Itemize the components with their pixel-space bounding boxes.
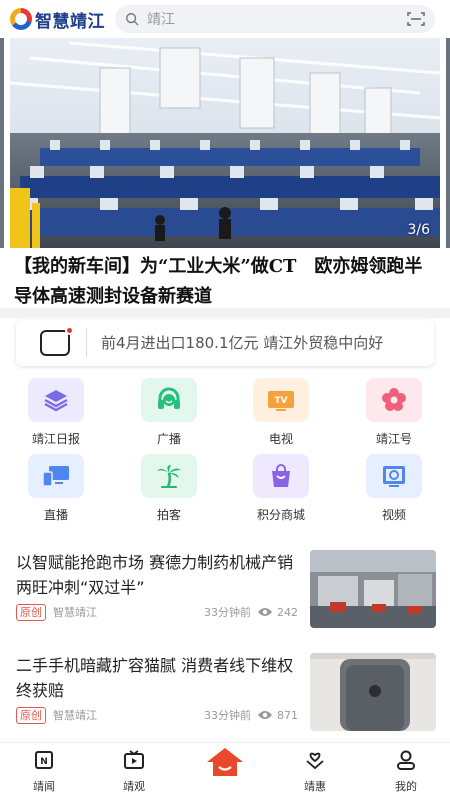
search-icon xyxy=(126,13,139,26)
layers-icon xyxy=(28,378,84,422)
news-views: 871 xyxy=(277,708,298,722)
news-meta: 原创 智慧靖江 33分钟前 242 xyxy=(16,603,298,621)
grid-label: 积分商城 xyxy=(256,508,305,522)
ticker-text: 前4月进出口180.1亿元 靖江外贸稳中向好 xyxy=(101,334,384,352)
eye-icon xyxy=(258,711,272,719)
slide-counter: 3/6 xyxy=(407,222,430,238)
tab-label: 靖闻 xyxy=(33,780,55,793)
news-thumbnail xyxy=(310,653,436,731)
tab-label: 靖观 xyxy=(123,780,145,793)
headset-icon xyxy=(141,378,197,422)
logo-icon xyxy=(10,8,32,30)
grid-label: 广播 xyxy=(156,432,181,446)
section-divider xyxy=(0,308,450,318)
shopping-bag-icon xyxy=(253,454,309,498)
grid-label: 电视 xyxy=(268,432,293,446)
notification-dot xyxy=(65,326,74,335)
video-icon xyxy=(366,454,422,498)
grid-item-live[interactable]: 直播 xyxy=(16,454,96,523)
app-screen: 智慧靖江 靖江 3/6 【我的新车间】为“工业大米”做CT 欧亦姆领跑半导体高速… xyxy=(0,0,450,800)
search-placeholder: 靖江 xyxy=(147,12,175,28)
banner-image xyxy=(10,38,440,248)
home-icon xyxy=(207,748,243,776)
search-box[interactable]: 靖江 xyxy=(115,5,435,33)
news-icon: N xyxy=(35,751,53,769)
news-ticker[interactable]: 前4月进出口180.1亿元 靖江外贸稳中向好 xyxy=(16,320,434,366)
app-logo: 智慧靖江 xyxy=(10,7,105,32)
scan-icon[interactable] xyxy=(407,11,425,27)
banner-headline[interactable]: 【我的新车间】为“工业大米”做CT 欧亦姆领跑半导体高速测封设备新赛道 xyxy=(14,252,440,312)
profile-icon xyxy=(397,750,415,770)
grid-label: 拍客 xyxy=(156,508,181,522)
news-title: 二手手机暗藏扩容猫腻 消费者线下维权终获赔 xyxy=(16,656,294,700)
prev-slide-peek xyxy=(0,38,4,248)
tv-icon: TV xyxy=(253,378,309,422)
bottom-tab-bar: N 靖闻 靖观 靖惠 我的 xyxy=(0,742,450,800)
grid-item-radio[interactable]: 广播 xyxy=(129,378,209,447)
tab-profile[interactable]: 我的 xyxy=(376,749,436,794)
tab-label: 我的 xyxy=(395,780,417,793)
next-slide-peek xyxy=(446,38,450,248)
app-name: 智慧靖江 xyxy=(35,11,105,32)
grid-item-daily[interactable]: 靖江日报 xyxy=(16,378,96,447)
tab-home[interactable] xyxy=(195,745,255,783)
news-item[interactable]: 二手手机暗藏扩容猫腻 消费者线下维权终获赔 原创 智慧靖江 33分钟前 871 xyxy=(16,653,436,733)
original-badge: 原创 xyxy=(16,603,46,621)
flower-icon xyxy=(366,378,422,422)
banner-carousel[interactable]: 3/6 xyxy=(10,38,440,248)
grid-label: 视频 xyxy=(381,508,406,522)
news-meta: 原创 智慧靖江 33分钟前 871 xyxy=(16,706,298,724)
news-views: 242 xyxy=(277,605,298,619)
news-time: 33分钟前 xyxy=(204,606,251,619)
tv-play-icon xyxy=(124,750,144,769)
monitor-icon xyxy=(28,454,84,498)
news-title: 以智赋能抢跑市场 赛德力制药机械产销两旺冲刺“双过半” xyxy=(16,553,294,597)
palm-tree-icon xyxy=(141,454,197,498)
grid-item-video[interactable]: 视频 xyxy=(354,454,434,523)
news-source: 智慧靖江 xyxy=(53,709,97,722)
tab-label: 靖惠 xyxy=(304,780,326,793)
news-thumbnail xyxy=(310,550,436,628)
heart-hands-icon xyxy=(306,752,324,770)
tab-benefits[interactable]: 靖惠 xyxy=(285,749,345,794)
news-item[interactable]: 以智赋能抢跑市场 赛德力制药机械产销两旺冲刺“双过半” 原创 智慧靖江 33分钟… xyxy=(16,550,436,630)
grid-label: 直播 xyxy=(43,508,68,522)
original-badge: 原创 xyxy=(16,706,46,724)
tab-news[interactable]: N 靖闻 xyxy=(14,749,74,794)
notice-icon xyxy=(40,326,74,356)
svg-text:TV: TV xyxy=(274,396,287,406)
top-bar: 智慧靖江 靖江 xyxy=(0,0,450,38)
tab-watch[interactable]: 靖观 xyxy=(104,749,164,794)
grid-item-points-mall[interactable]: 积分商城 xyxy=(241,454,321,523)
grid-label: 靖江日报 xyxy=(31,432,80,446)
ticker-divider xyxy=(86,329,87,357)
eye-icon xyxy=(258,608,272,616)
grid-label: 靖江号 xyxy=(375,432,412,446)
news-time: 33分钟前 xyxy=(204,709,251,722)
svg-text:N: N xyxy=(40,757,48,767)
grid-item-jingjiang-account[interactable]: 靖江号 xyxy=(354,378,434,447)
news-source: 智慧靖江 xyxy=(53,606,97,619)
grid-item-photographer[interactable]: 拍客 xyxy=(129,454,209,523)
grid-item-tv[interactable]: TV 电视 xyxy=(241,378,321,447)
